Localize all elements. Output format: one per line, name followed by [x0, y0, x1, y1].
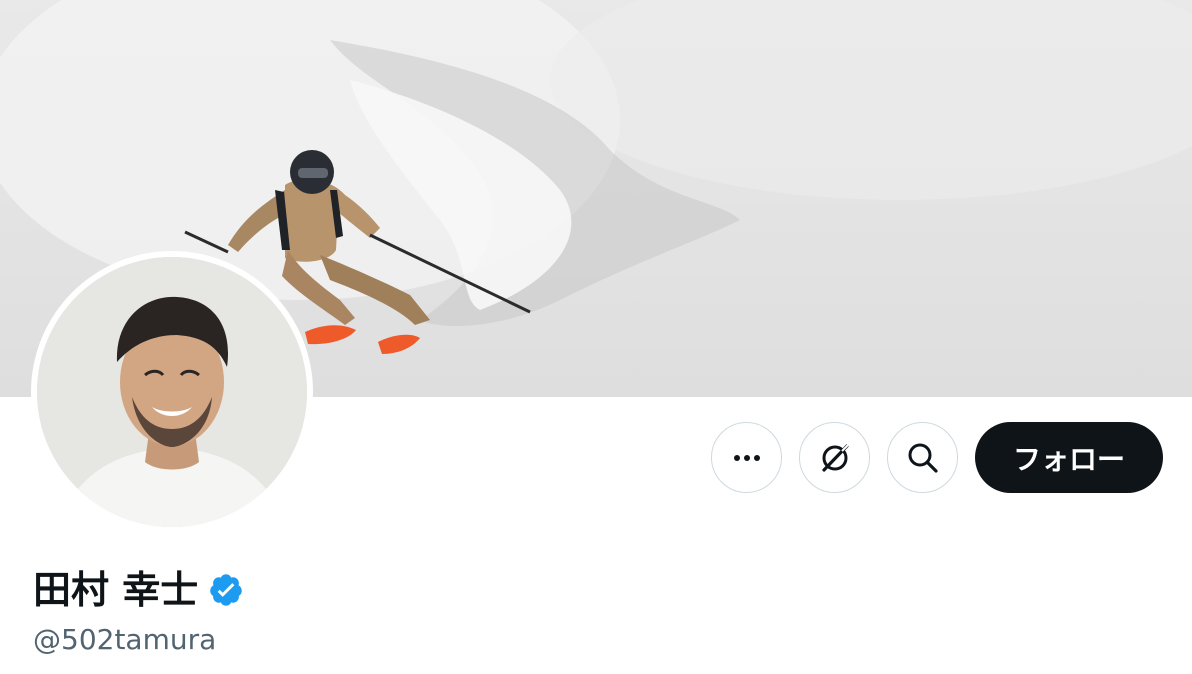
handle: @502tamura	[33, 623, 217, 656]
avatar-frame[interactable]	[31, 251, 313, 533]
more-button[interactable]	[711, 422, 782, 493]
display-name: 田村 幸士	[33, 568, 199, 612]
profile-actions: フォロー	[711, 422, 1163, 493]
more-dots-icon	[733, 454, 760, 461]
verified-badge-icon[interactable]	[208, 572, 244, 608]
grok-icon	[821, 442, 850, 472]
grok-button[interactable]	[799, 422, 870, 493]
profile-name-row: 田村 幸士	[33, 566, 244, 614]
avatar-image	[37, 257, 307, 527]
search-button[interactable]	[887, 422, 958, 493]
follow-button[interactable]: フォロー	[975, 422, 1163, 493]
avatar[interactable]	[37, 257, 307, 527]
search-icon	[908, 443, 938, 473]
